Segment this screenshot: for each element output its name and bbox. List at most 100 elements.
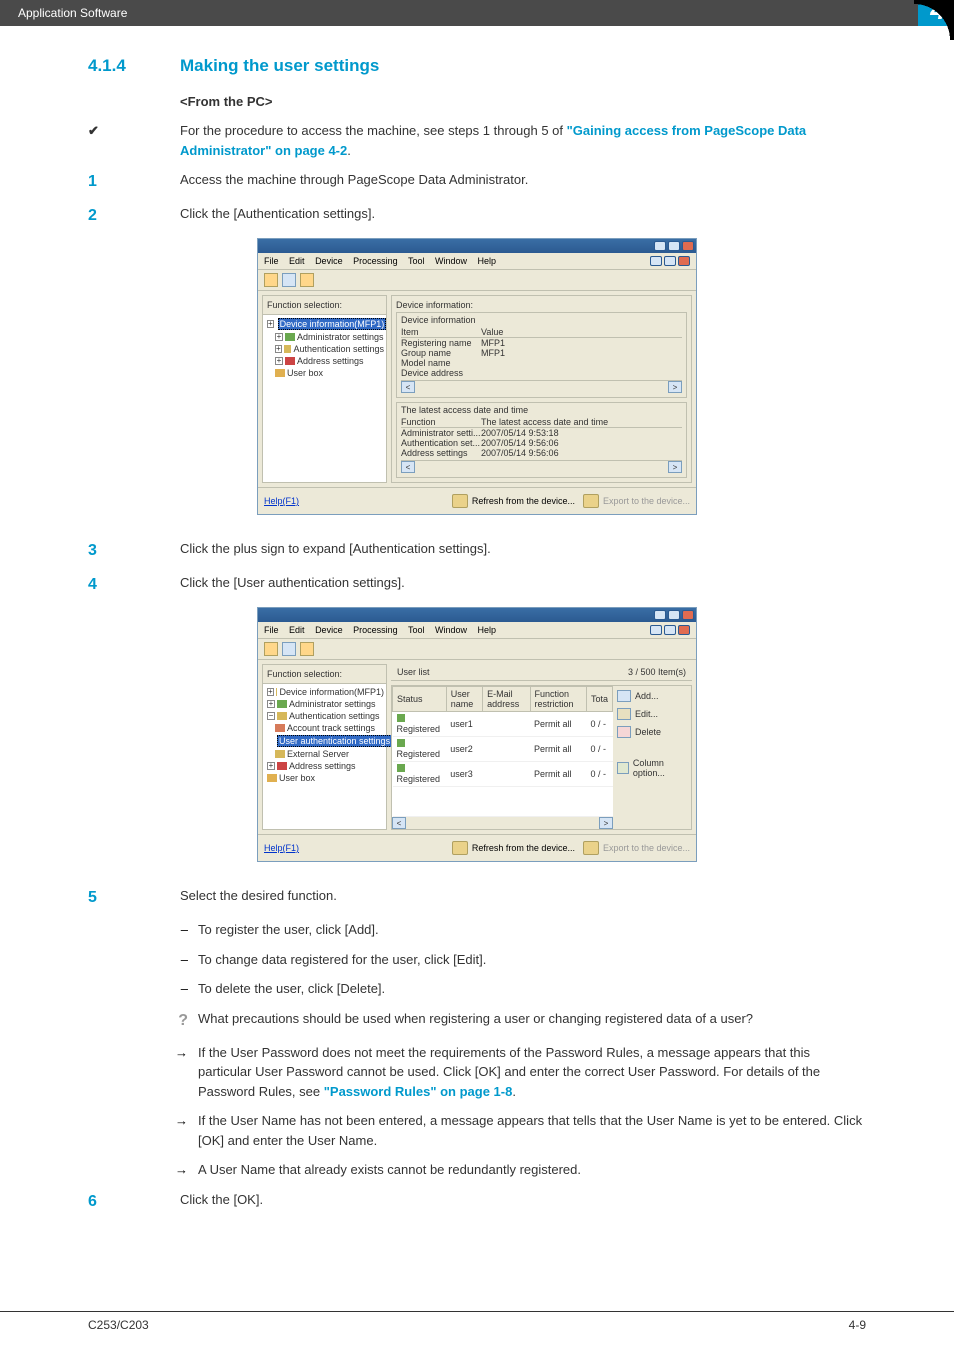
expand-icon[interactable]: + <box>267 762 275 770</box>
child-restore-button[interactable] <box>664 256 676 266</box>
child-minimize-button[interactable] <box>650 625 662 635</box>
menu-edit[interactable]: Edit <box>289 625 305 635</box>
table-row[interactable]: Registereduser2Permit all0 / - <box>393 737 613 762</box>
tree-device-info[interactable]: +Device information(MFP1) <box>265 317 384 331</box>
tree-auth-settings[interactable]: +Authentication settings <box>265 343 384 355</box>
toolbar-icon[interactable] <box>300 642 314 656</box>
export-button: Export to the device... <box>583 494 690 508</box>
col-email[interactable]: E-Mail address <box>483 687 530 712</box>
toolbar-icon[interactable] <box>282 273 296 287</box>
scroll-right-button[interactable]: > <box>668 461 682 473</box>
dash-icon: – <box>88 979 198 999</box>
arrow-icon: → <box>88 1160 198 1180</box>
scroll-right-button[interactable]: > <box>599 817 613 829</box>
menu-file[interactable]: File <box>264 256 279 266</box>
check-icon: ✔ <box>88 121 180 141</box>
help-link[interactable]: Help(F1) <box>264 496 299 506</box>
device-icon <box>276 688 278 696</box>
maximize-button[interactable] <box>668 241 680 251</box>
menu-tool[interactable]: Tool <box>408 256 425 266</box>
toolbar-icon[interactable] <box>264 642 278 656</box>
tree-address-settings[interactable]: +Address settings <box>265 355 384 367</box>
menu-edit[interactable]: Edit <box>289 256 305 266</box>
panel-title: Device information: <box>396 300 687 310</box>
expand-icon[interactable]: + <box>267 688 274 696</box>
menu-processing[interactable]: Processing <box>353 625 398 635</box>
scroll-left-button[interactable]: < <box>392 817 406 829</box>
menu-processing[interactable]: Processing <box>353 256 398 266</box>
tree-address-settings[interactable]: +Address settings <box>265 760 384 772</box>
tree-auth-settings[interactable]: −Authentication settings <box>265 710 384 722</box>
corner-decoration <box>914 0 954 40</box>
tree-user-box[interactable]: User box <box>265 772 384 784</box>
table-row[interactable]: Registereduser3Permit all0 / - <box>393 762 613 787</box>
toolbar-icon[interactable] <box>282 642 296 656</box>
tree-user-auth[interactable]: User authentication settings <box>265 734 384 748</box>
col-func-restriction[interactable]: Function restriction <box>530 687 586 712</box>
help-link[interactable]: Help(F1) <box>264 843 299 853</box>
menubar: File Edit Device Processing Tool Window … <box>258 622 696 639</box>
col-status[interactable]: Status <box>393 687 447 712</box>
child-restore-button[interactable] <box>664 625 676 635</box>
expand-icon[interactable]: + <box>275 357 283 365</box>
add-button[interactable]: Add... <box>617 690 687 702</box>
child-minimize-button[interactable] <box>650 256 662 266</box>
maximize-button[interactable] <box>668 610 680 620</box>
function-tree-panel: Function selection: +Device information(… <box>262 295 387 483</box>
col-total[interactable]: Tota <box>586 687 612 712</box>
expand-icon[interactable]: + <box>267 700 275 708</box>
tree-user-box[interactable]: User box <box>265 367 384 379</box>
toolbar-icon[interactable] <box>300 273 314 287</box>
export-button: Export to the device... <box>583 841 690 855</box>
breadcrumb: Application Software <box>18 6 127 20</box>
tree-account-track[interactable]: Account track settings <box>265 722 384 734</box>
child-close-button[interactable] <box>678 625 690 635</box>
minimize-button[interactable] <box>654 610 666 620</box>
expand-icon[interactable]: + <box>275 345 282 353</box>
tree-external-server[interactable]: External Server <box>265 748 384 760</box>
scroll-right-button[interactable]: > <box>668 381 682 393</box>
step-number: 4 <box>88 573 180 597</box>
menu-file[interactable]: File <box>264 625 279 635</box>
tree-admin-settings[interactable]: +Administrator settings <box>265 698 384 710</box>
scroll-left-button[interactable]: < <box>401 381 415 393</box>
table-row[interactable]: Registereduser1Permit all0 / - <box>393 712 613 737</box>
menu-help[interactable]: Help <box>478 625 497 635</box>
expand-icon[interactable]: + <box>275 333 283 341</box>
scroll-left-button[interactable]: < <box>401 461 415 473</box>
column-option-button[interactable]: Column option... <box>617 758 687 778</box>
link-password-rules[interactable]: "Password Rules" on page 1-8 <box>324 1084 513 1099</box>
answer-item: →If the User Password does not meet the … <box>88 1043 866 1102</box>
menu-device[interactable]: Device <box>315 256 343 266</box>
refresh-icon <box>452 494 468 508</box>
menu-window[interactable]: Window <box>435 625 467 635</box>
auth-icon <box>284 345 292 353</box>
menu-help[interactable]: Help <box>478 256 497 266</box>
delete-icon <box>617 726 631 738</box>
close-button[interactable] <box>682 610 694 620</box>
step-number: 1 <box>88 170 180 194</box>
dash-icon: – <box>88 920 198 940</box>
edit-button[interactable]: Edit... <box>617 708 687 720</box>
col-username[interactable]: User name <box>446 687 482 712</box>
tree-admin-settings[interactable]: +Administrator settings <box>265 331 384 343</box>
toolbar-icon[interactable] <box>264 273 278 287</box>
tree-device-info[interactable]: +Device information(MFP1) <box>265 686 384 698</box>
window-footer: Help(F1) Refresh from the device... Expo… <box>258 834 696 861</box>
minimize-button[interactable] <box>654 241 666 251</box>
close-button[interactable] <box>682 241 694 251</box>
sub-item: –To change data registered for the user,… <box>88 950 866 970</box>
refresh-button[interactable]: Refresh from the device... <box>452 494 575 508</box>
expand-icon[interactable]: + <box>267 320 274 328</box>
menu-device[interactable]: Device <box>315 625 343 635</box>
menu-window[interactable]: Window <box>435 256 467 266</box>
user-table: Status User name E-Mail address Function… <box>392 686 613 817</box>
step-number: 3 <box>88 539 180 563</box>
child-close-button[interactable] <box>678 256 690 266</box>
step-number: 2 <box>88 204 180 228</box>
collapse-icon[interactable]: − <box>267 712 275 720</box>
menu-tool[interactable]: Tool <box>408 625 425 635</box>
refresh-button[interactable]: Refresh from the device... <box>452 841 575 855</box>
delete-button[interactable]: Delete <box>617 726 687 738</box>
window-footer: Help(F1) Refresh from the device... Expo… <box>258 487 696 514</box>
